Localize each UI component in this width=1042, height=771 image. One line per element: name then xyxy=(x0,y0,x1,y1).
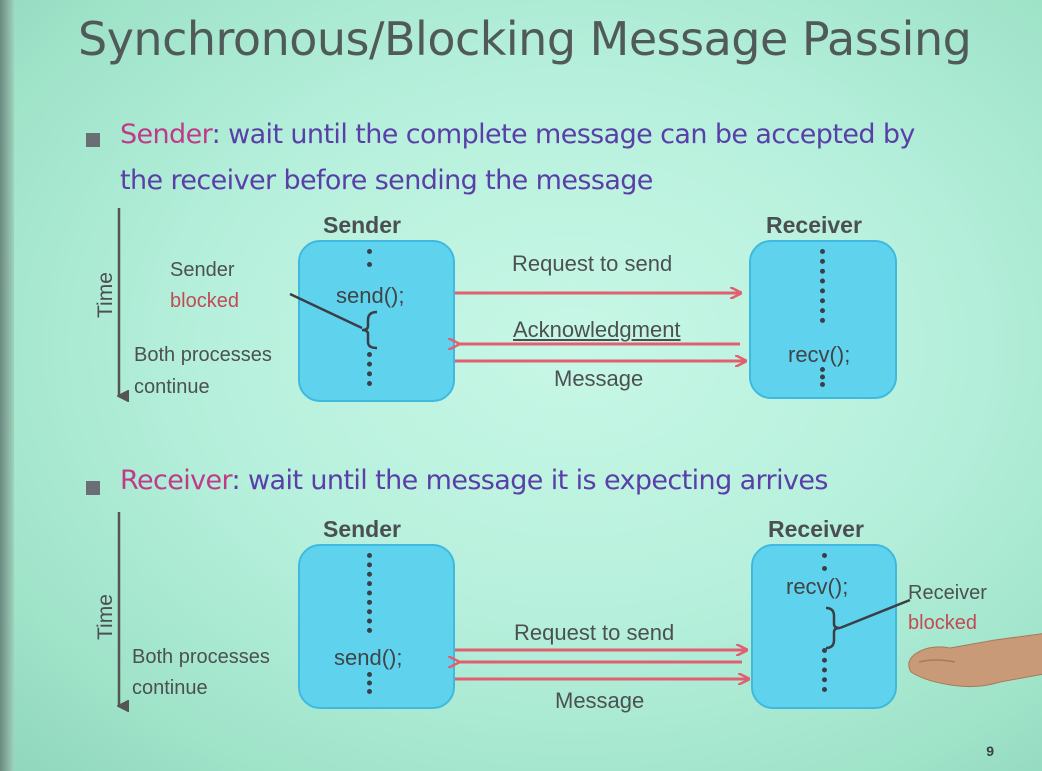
d2-blocked-brace xyxy=(825,606,841,650)
page-number: 9 xyxy=(986,743,994,759)
d2-blocked-pointer xyxy=(839,598,911,630)
presenter-hand xyxy=(908,633,1042,688)
diagram-arrows-layer xyxy=(0,208,911,771)
d1-blocked-pointer xyxy=(289,292,363,330)
d1-blocked-brace xyxy=(361,310,378,350)
